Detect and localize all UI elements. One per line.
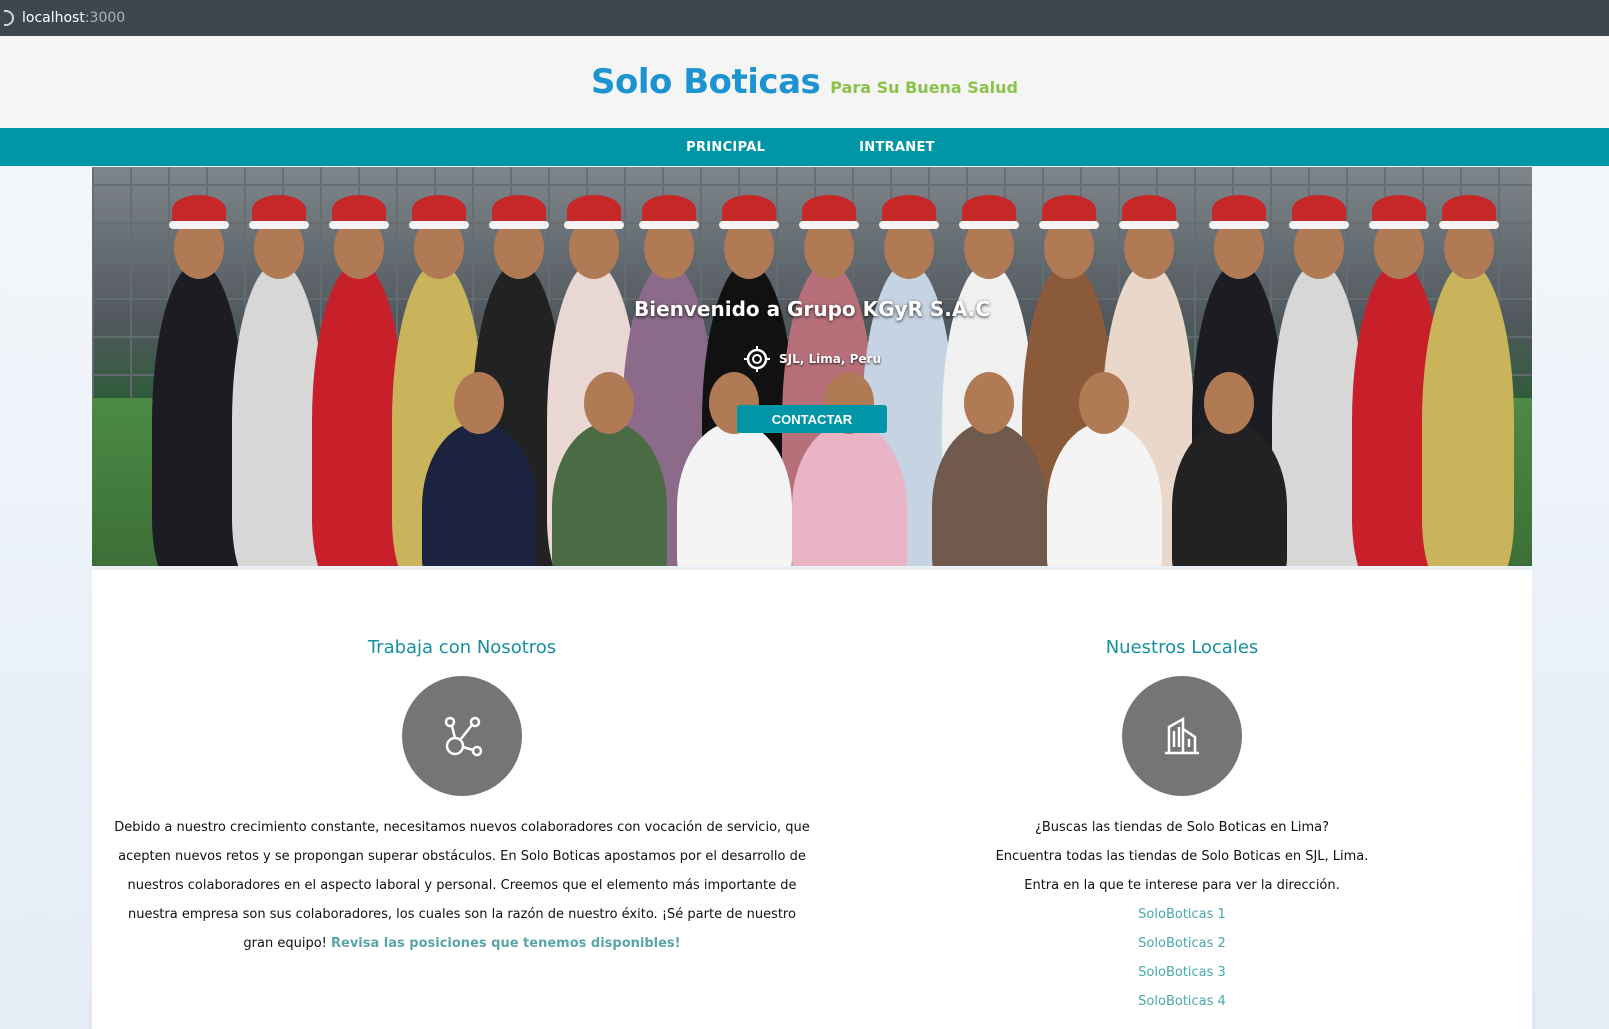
- main-content: Trabaja con Nosotros Debido a nuestro cr…: [92, 570, 1532, 1029]
- share-nodes-icon: [444, 716, 483, 757]
- building-icon: [1165, 716, 1199, 755]
- brand-tagline: Para Su Buena Salud: [830, 78, 1018, 97]
- store-link-3[interactable]: SoloBoticas 3: [932, 958, 1432, 987]
- brand-title: Solo Boticas: [591, 62, 821, 102]
- hero-title: Bienvenido a Grupo KGyR S.A.C: [633, 297, 991, 321]
- store-link-1[interactable]: SoloBoticas 1: [932, 900, 1432, 929]
- hero-overlay: Bienvenido a Grupo KGyR S.A.C SJL, Lima,…: [92, 167, 1532, 566]
- main-nav: PRINCIPAL INTRANET: [0, 128, 1609, 166]
- work-with-us-section: Trabaja con Nosotros Debido a nuestro cr…: [112, 570, 812, 958]
- stores-description: ¿Buscas las tiendas de Solo Boticas en L…: [932, 813, 1432, 900]
- work-icon-circle: [402, 676, 522, 796]
- location-target-icon: [744, 346, 770, 372]
- store-list: SoloBoticas 1 SoloBoticas 2 SoloBoticas …: [932, 900, 1432, 1016]
- open-positions-link[interactable]: Revisa las posiciones que tenemos dispon…: [331, 936, 681, 951]
- stores-line-3: Entra en la que te interese para ver la …: [1024, 878, 1340, 893]
- store-link-4[interactable]: SoloBoticas 4: [932, 987, 1432, 1016]
- work-section-title: Trabaja con Nosotros: [367, 637, 557, 658]
- stores-icon-circle: [1122, 676, 1242, 796]
- browser-address-bar[interactable]: localhost:3000: [0, 0, 1609, 36]
- hero-location-text: SJL, Lima, Peru: [779, 352, 881, 366]
- hero-banner: Bienvenido a Grupo KGyR S.A.C SJL, Lima,…: [92, 167, 1532, 566]
- nav-item-principal[interactable]: PRINCIPAL: [686, 140, 765, 155]
- url-port: :3000: [84, 10, 126, 26]
- work-text: Debido a nuestro crecimiento constante, …: [114, 820, 810, 951]
- url-host: localhost: [22, 10, 85, 26]
- store-link-2[interactable]: SoloBoticas 2: [932, 929, 1432, 958]
- nav-item-intranet[interactable]: INTRANET: [859, 140, 935, 155]
- page-info-icon[interactable]: [4, 10, 14, 26]
- contactar-button[interactable]: CONTACTAR: [737, 405, 887, 433]
- stores-line-1: ¿Buscas las tiendas de Solo Boticas en L…: [1034, 820, 1330, 835]
- work-description: Debido a nuestro crecimiento constante, …: [112, 813, 812, 958]
- our-stores-section: Nuestros Locales ¿Buscas las tiendas de …: [932, 570, 1432, 1016]
- site-header: Solo Boticas Para Su Buena Salud: [0, 36, 1609, 128]
- hero-location: SJL, Lima, Peru: [92, 345, 1532, 373]
- brand[interactable]: Solo Boticas Para Su Buena Salud: [591, 62, 1018, 102]
- stores-line-2: Encuentra todas las tiendas de Solo Boti…: [995, 849, 1369, 864]
- stores-section-title: Nuestros Locales: [1105, 637, 1259, 658]
